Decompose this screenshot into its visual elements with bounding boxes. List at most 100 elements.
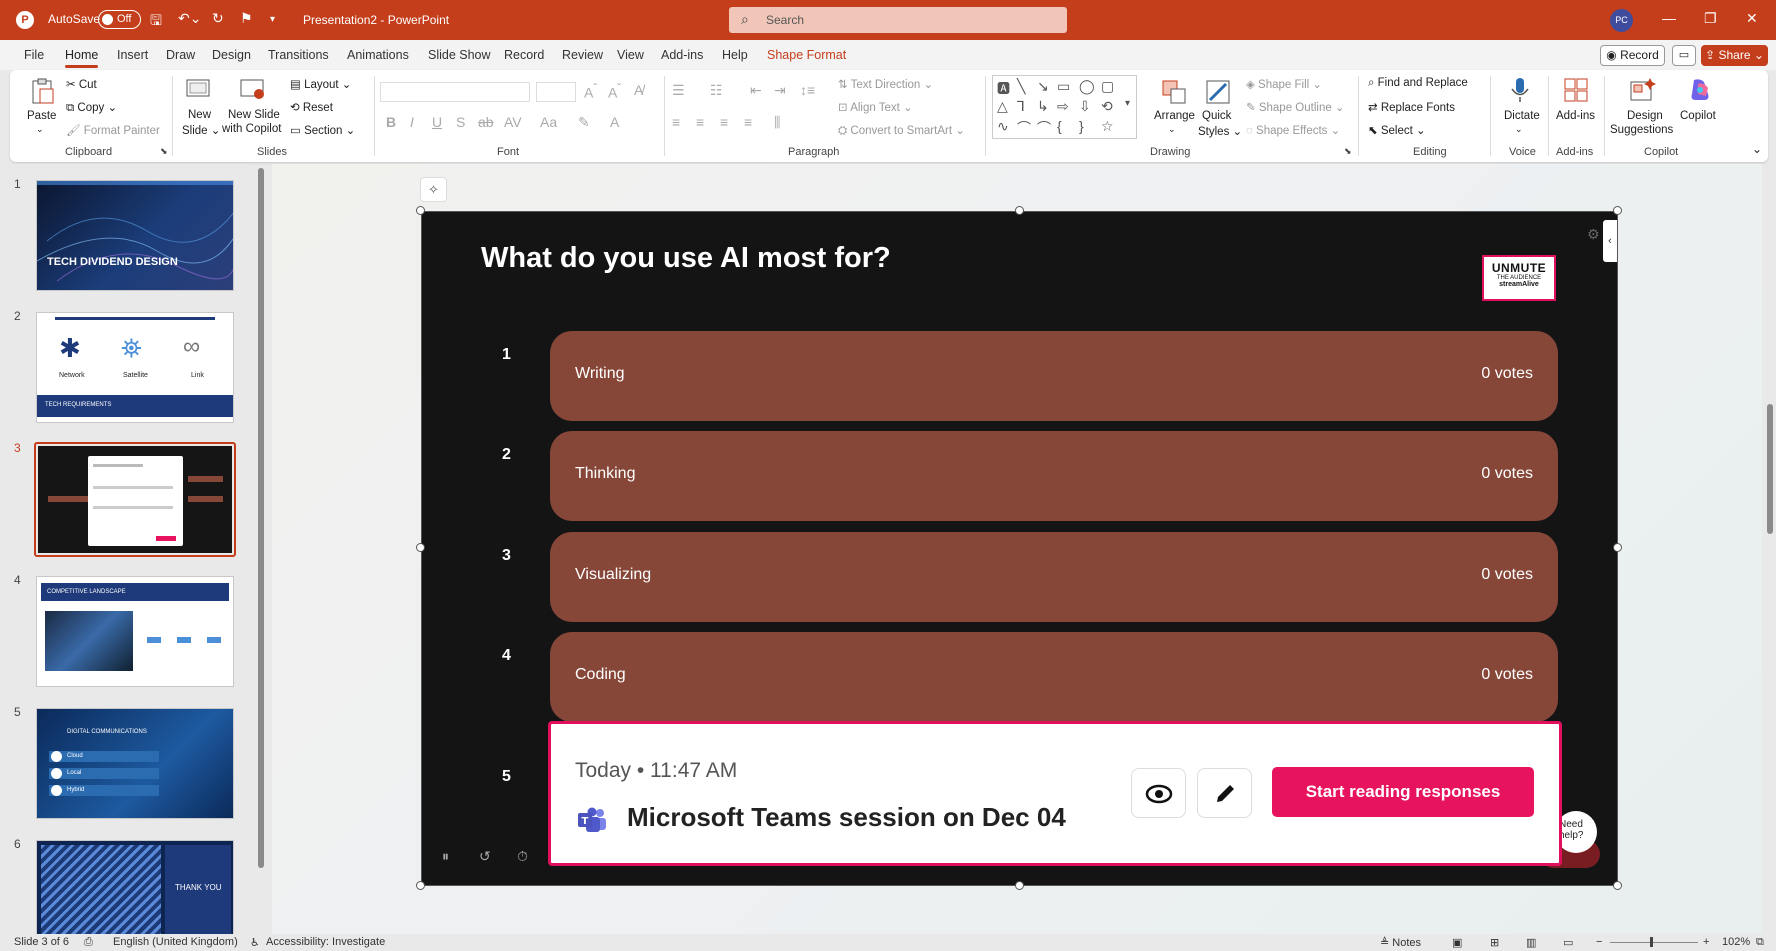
minimize-icon[interactable]: — xyxy=(1662,10,1676,26)
tab-record[interactable]: Record xyxy=(504,48,544,62)
share-button[interactable]: ⇪ Share ⌄ xyxy=(1701,45,1768,66)
font-family-dropdown[interactable] xyxy=(380,82,530,102)
copy-button[interactable]: ⧉ Copy ⌄ xyxy=(66,100,117,115)
freeform-shape-icon[interactable]: ∿ xyxy=(997,118,1009,135)
add-ins-button[interactable]: Add-ins xyxy=(1556,110,1595,122)
language-status[interactable]: English (United Kingdom) xyxy=(113,936,238,948)
selection-handle[interactable] xyxy=(416,881,425,890)
view-button[interactable] xyxy=(1131,768,1186,818)
present-icon[interactable]: ⚑ xyxy=(240,10,253,27)
star-shape-icon[interactable]: ☆ xyxy=(1101,118,1114,135)
line-spacing-icon[interactable]: ↕≡ xyxy=(800,82,815,98)
notes-button[interactable]: ≜ Notes xyxy=(1380,936,1421,949)
pause-icon[interactable]: ⏸ xyxy=(442,848,449,865)
layout-button[interactable]: ▤ Layout ⌄ xyxy=(290,77,351,91)
tab-review[interactable]: Review xyxy=(562,48,603,62)
shapes-gallery[interactable]: 🅰 ╲ ↘ ▭ ◯ ▢ △ ⅂ ↳ ⇨ ⇩ ⟲ ∿ ⌒ ⌒ { } ☆ ▾ xyxy=(992,75,1137,139)
copilot-button[interactable]: Copilot xyxy=(1680,110,1716,122)
strikethrough-icon[interactable]: ab xyxy=(478,114,494,130)
curve-shape-icon[interactable]: ⌒ xyxy=(1037,118,1051,138)
selection-handle[interactable] xyxy=(416,543,425,552)
slide-thumbnail-1[interactable]: TECH DIVIDEND DESIGN xyxy=(36,180,234,291)
reading-view-icon[interactable]: ▥ xyxy=(1526,936,1536,949)
restore-icon[interactable]: ❐ xyxy=(1704,10,1717,27)
columns-icon[interactable]: ⫼ xyxy=(774,114,780,131)
reset-icon[interactable]: ↺ xyxy=(479,848,491,865)
selection-handle[interactable] xyxy=(1015,206,1024,215)
zoom-out-icon[interactable]: − xyxy=(1596,936,1602,948)
textbox-shape-icon[interactable]: 🅰 xyxy=(997,78,1010,97)
fit-to-window-icon[interactable]: ⧉ xyxy=(1756,936,1764,949)
selection-handle[interactable] xyxy=(1015,881,1024,890)
highlight-icon[interactable]: ✎ xyxy=(578,114,590,131)
tab-help[interactable]: Help xyxy=(722,48,748,62)
search-box[interactable]: ⌕ Search xyxy=(729,7,1067,33)
zoom-slider[interactable] xyxy=(1610,942,1698,943)
arrow-line-shape-icon[interactable]: ↘ xyxy=(1037,78,1049,95)
shape-outline-button[interactable]: ✎ Shape Outline ⌄ xyxy=(1246,100,1345,114)
elbow-arrow-shape-icon[interactable]: ↳ xyxy=(1037,98,1049,115)
numbering-icon[interactable]: ☷ xyxy=(710,82,723,99)
underline-icon[interactable]: U xyxy=(432,114,442,130)
collapse-panel-tab[interactable]: ‹ xyxy=(1603,220,1617,262)
undo-icon[interactable]: ↶⌄ xyxy=(178,10,201,27)
text-direction-button[interactable]: ⇅ Text Direction ⌄ xyxy=(838,77,933,91)
shapes-more-icon[interactable]: ▾ xyxy=(1125,98,1130,109)
zoom-slider-thumb[interactable] xyxy=(1650,937,1653,947)
customize-qat-icon[interactable]: ▾ xyxy=(270,14,275,25)
tab-slide-show[interactable]: Slide Show xyxy=(428,48,491,62)
zoom-in-icon[interactable]: + xyxy=(1703,936,1709,948)
bullets-icon[interactable]: ☰ xyxy=(672,82,685,99)
tab-add-ins[interactable]: Add-ins xyxy=(661,48,703,62)
arrange-button[interactable]: Arrange xyxy=(1154,110,1195,122)
designer-sparkle-icon[interactable]: ✧ xyxy=(420,177,447,202)
elbow-shape-icon[interactable]: ⅂ xyxy=(1017,98,1025,115)
right-brace-shape-icon[interactable]: } xyxy=(1079,118,1084,134)
paste-dropdown-icon[interactable]: ⌄ xyxy=(36,124,44,135)
tab-draw[interactable]: Draw xyxy=(166,48,195,62)
slide-sorter-icon[interactable]: ⊞ xyxy=(1490,936,1499,949)
design-suggestions-icon[interactable] xyxy=(1628,76,1656,104)
settings-gear-icon[interactable]: ⚙ xyxy=(1587,226,1600,243)
decrease-font-icon[interactable]: Aˇ xyxy=(608,82,621,101)
normal-view-icon[interactable]: ▣ xyxy=(1452,936,1462,949)
selection-handle[interactable] xyxy=(416,206,425,215)
change-case-icon[interactable]: Aa xyxy=(540,114,557,130)
tab-home[interactable]: Home xyxy=(65,48,99,68)
quick-styles-icon[interactable] xyxy=(1204,78,1232,106)
accessibility-status[interactable]: Accessibility: Investigate xyxy=(266,936,385,948)
replace-fonts-button[interactable]: ⇄ Replace Fonts xyxy=(1368,100,1455,114)
quick-styles-button[interactable]: Quick xyxy=(1202,110,1231,122)
poll-option-bar[interactable]: Visualizing 0 votes xyxy=(550,532,1558,622)
tab-view[interactable]: View xyxy=(617,48,644,62)
cut-button[interactable]: ✂ Cut xyxy=(66,77,97,91)
select-button[interactable]: ⬉ Select ⌄ xyxy=(1368,123,1426,137)
new-slide-icon[interactable] xyxy=(184,75,212,103)
shape-effects-button[interactable]: ◌ Shape Effects ⌄ xyxy=(1246,123,1340,137)
find-replace-button[interactable]: ⌕ Find and Replace xyxy=(1368,77,1468,90)
right-arrow-shape-icon[interactable]: ⇨ xyxy=(1057,98,1069,115)
slide-thumbnail-2[interactable]: ✱ ⛯ ∞ Network Satellite Link TECH REQUIR… xyxy=(36,312,234,423)
shadow-icon[interactable]: S xyxy=(456,114,465,130)
slide-thumbnail-4[interactable]: COMPETITIVE LANDSCAPE xyxy=(36,576,234,687)
microphone-icon[interactable] xyxy=(1506,76,1534,104)
tab-animations[interactable]: Animations xyxy=(347,48,409,62)
down-arrow-shape-icon[interactable]: ⇩ xyxy=(1079,98,1091,115)
oval-shape-icon[interactable]: ◯ xyxy=(1079,78,1095,95)
close-icon[interactable]: ✕ xyxy=(1746,10,1758,27)
tab-insert[interactable]: Insert xyxy=(117,48,148,62)
comments-button[interactable]: ▭ xyxy=(1672,45,1696,66)
slide-thumbnail-3-selected[interactable] xyxy=(34,442,236,557)
align-right-icon[interactable]: ≡ xyxy=(720,114,728,130)
format-painter-button[interactable]: 🖌 Format Painter xyxy=(66,123,160,137)
add-ins-icon[interactable] xyxy=(1562,76,1590,104)
increase-font-icon[interactable]: Aˆ xyxy=(584,82,597,101)
ribbon-collapse-icon[interactable]: ⌄ xyxy=(1752,142,1762,156)
edit-button[interactable] xyxy=(1197,768,1252,818)
italic-icon[interactable]: I xyxy=(410,114,414,130)
design-suggestions-button[interactable]: Design xyxy=(1627,110,1663,122)
selection-handle[interactable] xyxy=(1613,543,1622,552)
justify-icon[interactable]: ≡ xyxy=(744,114,752,130)
poll-option-bar[interactable]: Coding 0 votes xyxy=(550,632,1558,722)
redo-icon[interactable]: ↻ xyxy=(212,10,224,27)
